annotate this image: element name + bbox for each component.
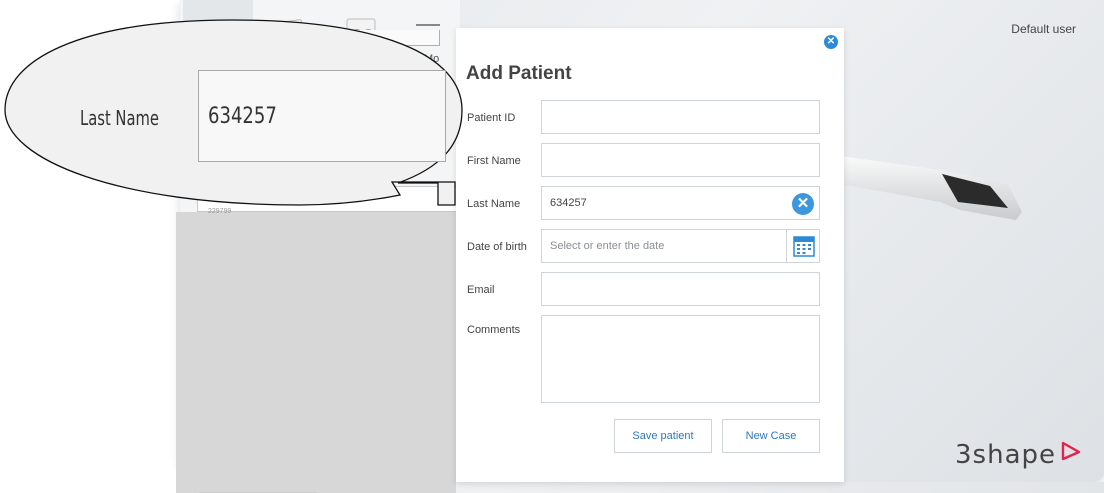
zoomed-last-name-value: 634257	[208, 104, 277, 129]
background-field	[200, 30, 440, 46]
patient-id-field[interactable]	[541, 100, 820, 134]
patient-id-label: Patient ID	[467, 112, 516, 124]
clear-icon[interactable]: ✕	[792, 193, 814, 215]
more-label: Mo	[424, 53, 440, 65]
close-icon[interactable]: ✕	[824, 35, 838, 49]
comments-field[interactable]	[541, 315, 820, 403]
first-name-field[interactable]	[541, 143, 820, 177]
new-case-button[interactable]: New Case	[722, 419, 820, 453]
last-name-field[interactable]	[541, 186, 820, 220]
dialog-title: Add Patient	[466, 63, 572, 84]
first-name-label: First Name	[467, 155, 521, 167]
background-search-field	[197, 186, 457, 212]
scanner-image	[840, 156, 1022, 220]
brand-logo: 3shape	[955, 440, 1056, 470]
comments-label: Comments	[467, 324, 521, 336]
background-value: 229799	[208, 208, 232, 215]
date-of-birth-label: Date of birth	[467, 241, 527, 253]
email-label: Email	[467, 284, 495, 296]
add-patient-dialog: ✕ Add Patient Patient ID First Name Last…	[456, 28, 844, 482]
last-name-label: Last Name	[467, 198, 521, 210]
user-label[interactable]: Default user	[1011, 22, 1076, 36]
save-patient-button[interactable]: Save patient	[614, 419, 712, 453]
calendar-icon[interactable]	[786, 229, 820, 263]
date-of-birth-field[interactable]	[541, 229, 820, 263]
dimmed-patient-list	[176, 212, 456, 493]
email-field[interactable]	[541, 272, 820, 306]
brand-triangle-icon	[1061, 441, 1081, 461]
zoomed-last-name-label: Last Name	[80, 106, 159, 130]
